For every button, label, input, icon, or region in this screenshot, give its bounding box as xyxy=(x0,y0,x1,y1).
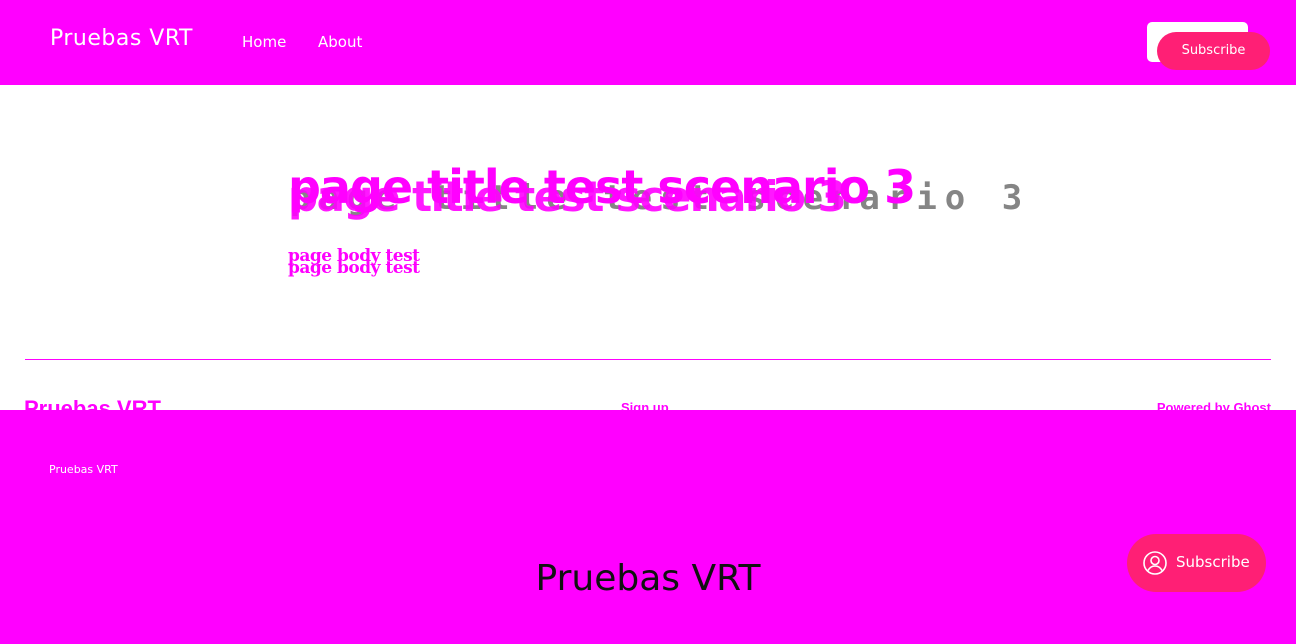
subscribe-button[interactable]: Subscribe xyxy=(1157,32,1270,70)
page-body-offset: page body test xyxy=(288,258,420,278)
bottom-panel xyxy=(0,410,1296,644)
site-logo[interactable]: Pruebas VRT xyxy=(50,26,193,51)
site-header: Pruebas VRT Home About Subscribe xyxy=(0,0,1296,85)
page-title-offset: page title test scenario 3 xyxy=(288,172,847,221)
user-circle-icon xyxy=(1143,551,1167,575)
portal-subscribe-button[interactable]: Subscribe xyxy=(1127,534,1266,592)
nav-about[interactable]: About xyxy=(318,33,362,51)
portal-subscribe-label: Subscribe xyxy=(1176,553,1250,571)
bottom-brand-title: Pruebas VRT xyxy=(535,558,761,599)
nav-home[interactable]: Home xyxy=(242,33,286,51)
bottom-brand-small: Pruebas VRT xyxy=(49,463,118,476)
footer-divider xyxy=(25,359,1271,360)
